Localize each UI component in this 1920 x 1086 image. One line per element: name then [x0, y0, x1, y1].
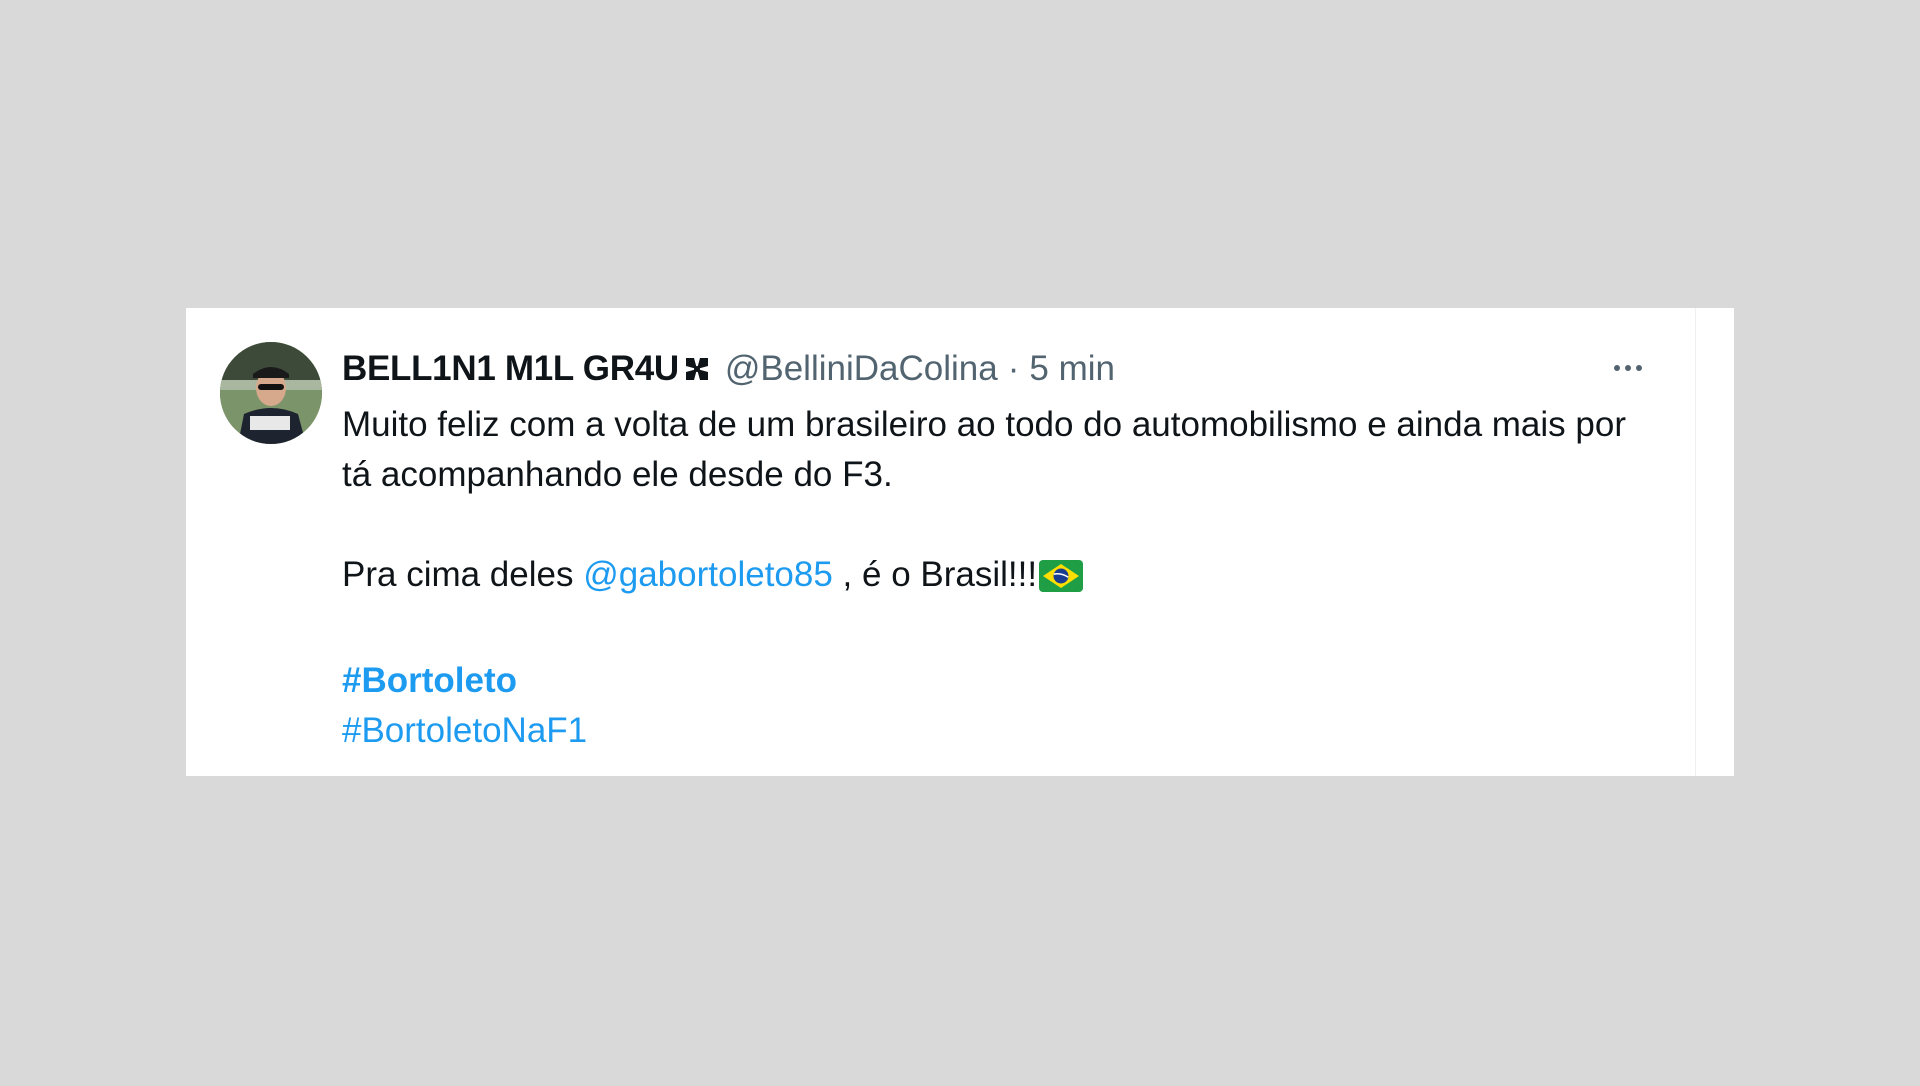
- separator-dot: ·: [1007, 349, 1020, 388]
- tweet-header: BELL1N1 M1L GR4U @BelliniDaColina · 5 mi…: [342, 344, 1115, 394]
- more-dot: [1636, 365, 1642, 371]
- tweet-text-suffix: , é o Brasil!!!: [832, 555, 1038, 594]
- brazil-flag-icon: [1039, 556, 1084, 606]
- tweet-text-paragraph-1: Muito feliz com a volta de um brasileiro…: [342, 405, 1626, 494]
- more-dot: [1625, 365, 1631, 371]
- display-name[interactable]: BELL1N1 M1L GR4U: [342, 349, 679, 389]
- user-handle[interactable]: @BelliniDaColina: [725, 349, 998, 389]
- page-background: BELL1N1 M1L GR4U @BelliniDaColina · 5 mi…: [0, 0, 1920, 1086]
- card-divider: [1695, 308, 1696, 776]
- hashtag-paragraph: #Bortoleto: [342, 656, 1662, 706]
- mention-link[interactable]: @gabortoleto85: [583, 555, 833, 594]
- timestamp[interactable]: 5 min: [1029, 349, 1115, 389]
- more-dot: [1614, 365, 1620, 371]
- hashtag-link-bortoleto[interactable]: #Bortoleto: [342, 661, 517, 700]
- more-options-icon[interactable]: [1604, 356, 1652, 380]
- hashtag-link-bortoletonaf1[interactable]: #BortoletoNaF1: [342, 711, 587, 750]
- tweet-text-paragraph-2: Pra cima deles @gabortoleto85 , é o Bras…: [342, 550, 1662, 606]
- tweet-body: Muito feliz com a volta de um brasileiro…: [342, 400, 1662, 756]
- avatar-photo: [220, 342, 322, 444]
- avatar[interactable]: [220, 342, 322, 444]
- tweet-text-prefix: Pra cima deles: [342, 555, 584, 594]
- tweet-card[interactable]: BELL1N1 M1L GR4U @BelliniDaColina · 5 mi…: [186, 308, 1734, 776]
- maltese-cross-icon: [683, 355, 711, 383]
- hashtag-paragraph: #BortoletoNaF1: [342, 706, 1662, 756]
